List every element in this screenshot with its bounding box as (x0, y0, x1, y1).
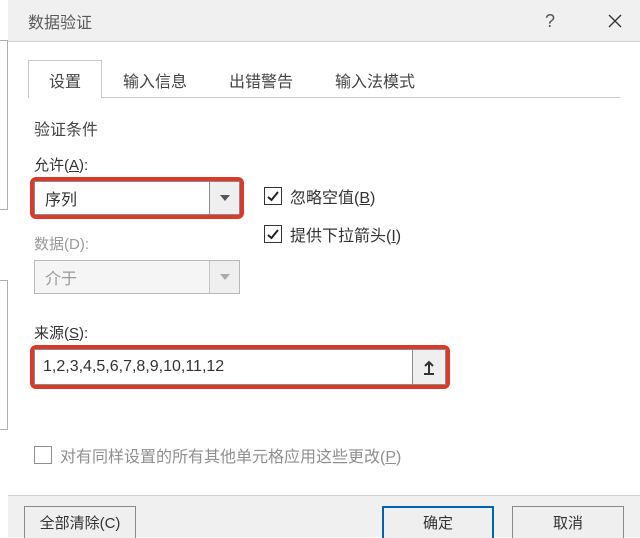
allow-label: 允许(A): (34, 154, 264, 175)
tab-error-alert[interactable]: 出错警告 (208, 60, 314, 98)
source-label: 来源(S): (34, 322, 614, 343)
data-dropdown-button (209, 261, 239, 293)
allow-combo[interactable]: 序列 (34, 181, 240, 215)
source-input[interactable]: 1,2,3,4,5,6,7,8,9,10,11,12 (34, 349, 412, 385)
chevron-down-icon (220, 195, 230, 201)
tab-ime-mode[interactable]: 输入法模式 (314, 60, 436, 98)
checkbox-icon (264, 225, 282, 243)
data-combo: 介于 (34, 260, 240, 294)
dialog-footer: 全部清除(C) 确定 取消 (8, 495, 640, 537)
ignore-blank-label: 忽略空值(B) (290, 184, 375, 208)
apply-all-checkbox[interactable]: 对有同样设置的所有其他单元格应用这些更改(P) (34, 443, 614, 467)
apply-all-label: 对有同样设置的所有其他单元格应用这些更改(P) (60, 443, 401, 467)
criteria-heading: 验证条件 (34, 116, 614, 140)
range-select-icon (422, 359, 436, 375)
titlebar: 数据验证 ? (8, 0, 640, 42)
ok-button[interactable]: 确定 (382, 506, 494, 538)
tab-settings[interactable]: 设置 (28, 60, 102, 98)
checkbox-icon (34, 446, 52, 464)
allow-dropdown-button[interactable] (209, 182, 239, 214)
close-icon (608, 14, 622, 28)
incell-dropdown-label: 提供下拉箭头(I) (290, 222, 401, 246)
chevron-down-icon (220, 274, 230, 280)
help-button[interactable]: ? (530, 0, 570, 42)
clear-all-button[interactable]: 全部清除(C) (24, 506, 136, 538)
incell-dropdown-checkbox[interactable]: 提供下拉箭头(I) (264, 222, 401, 246)
source-range-button[interactable] (412, 349, 446, 385)
allow-value: 序列 (35, 182, 209, 214)
checkbox-icon (264, 187, 282, 205)
close-button[interactable] (590, 0, 640, 42)
tabstrip: 设置 输入信息 出错警告 输入法模式 (28, 60, 620, 98)
window-title: 数据验证 (28, 9, 92, 33)
tab-input-message[interactable]: 输入信息 (102, 60, 208, 98)
data-value: 介于 (35, 261, 209, 293)
data-label: 数据(D): (34, 233, 264, 254)
ignore-blank-checkbox[interactable]: 忽略空值(B) (264, 184, 401, 208)
cancel-button[interactable]: 取消 (512, 506, 624, 538)
